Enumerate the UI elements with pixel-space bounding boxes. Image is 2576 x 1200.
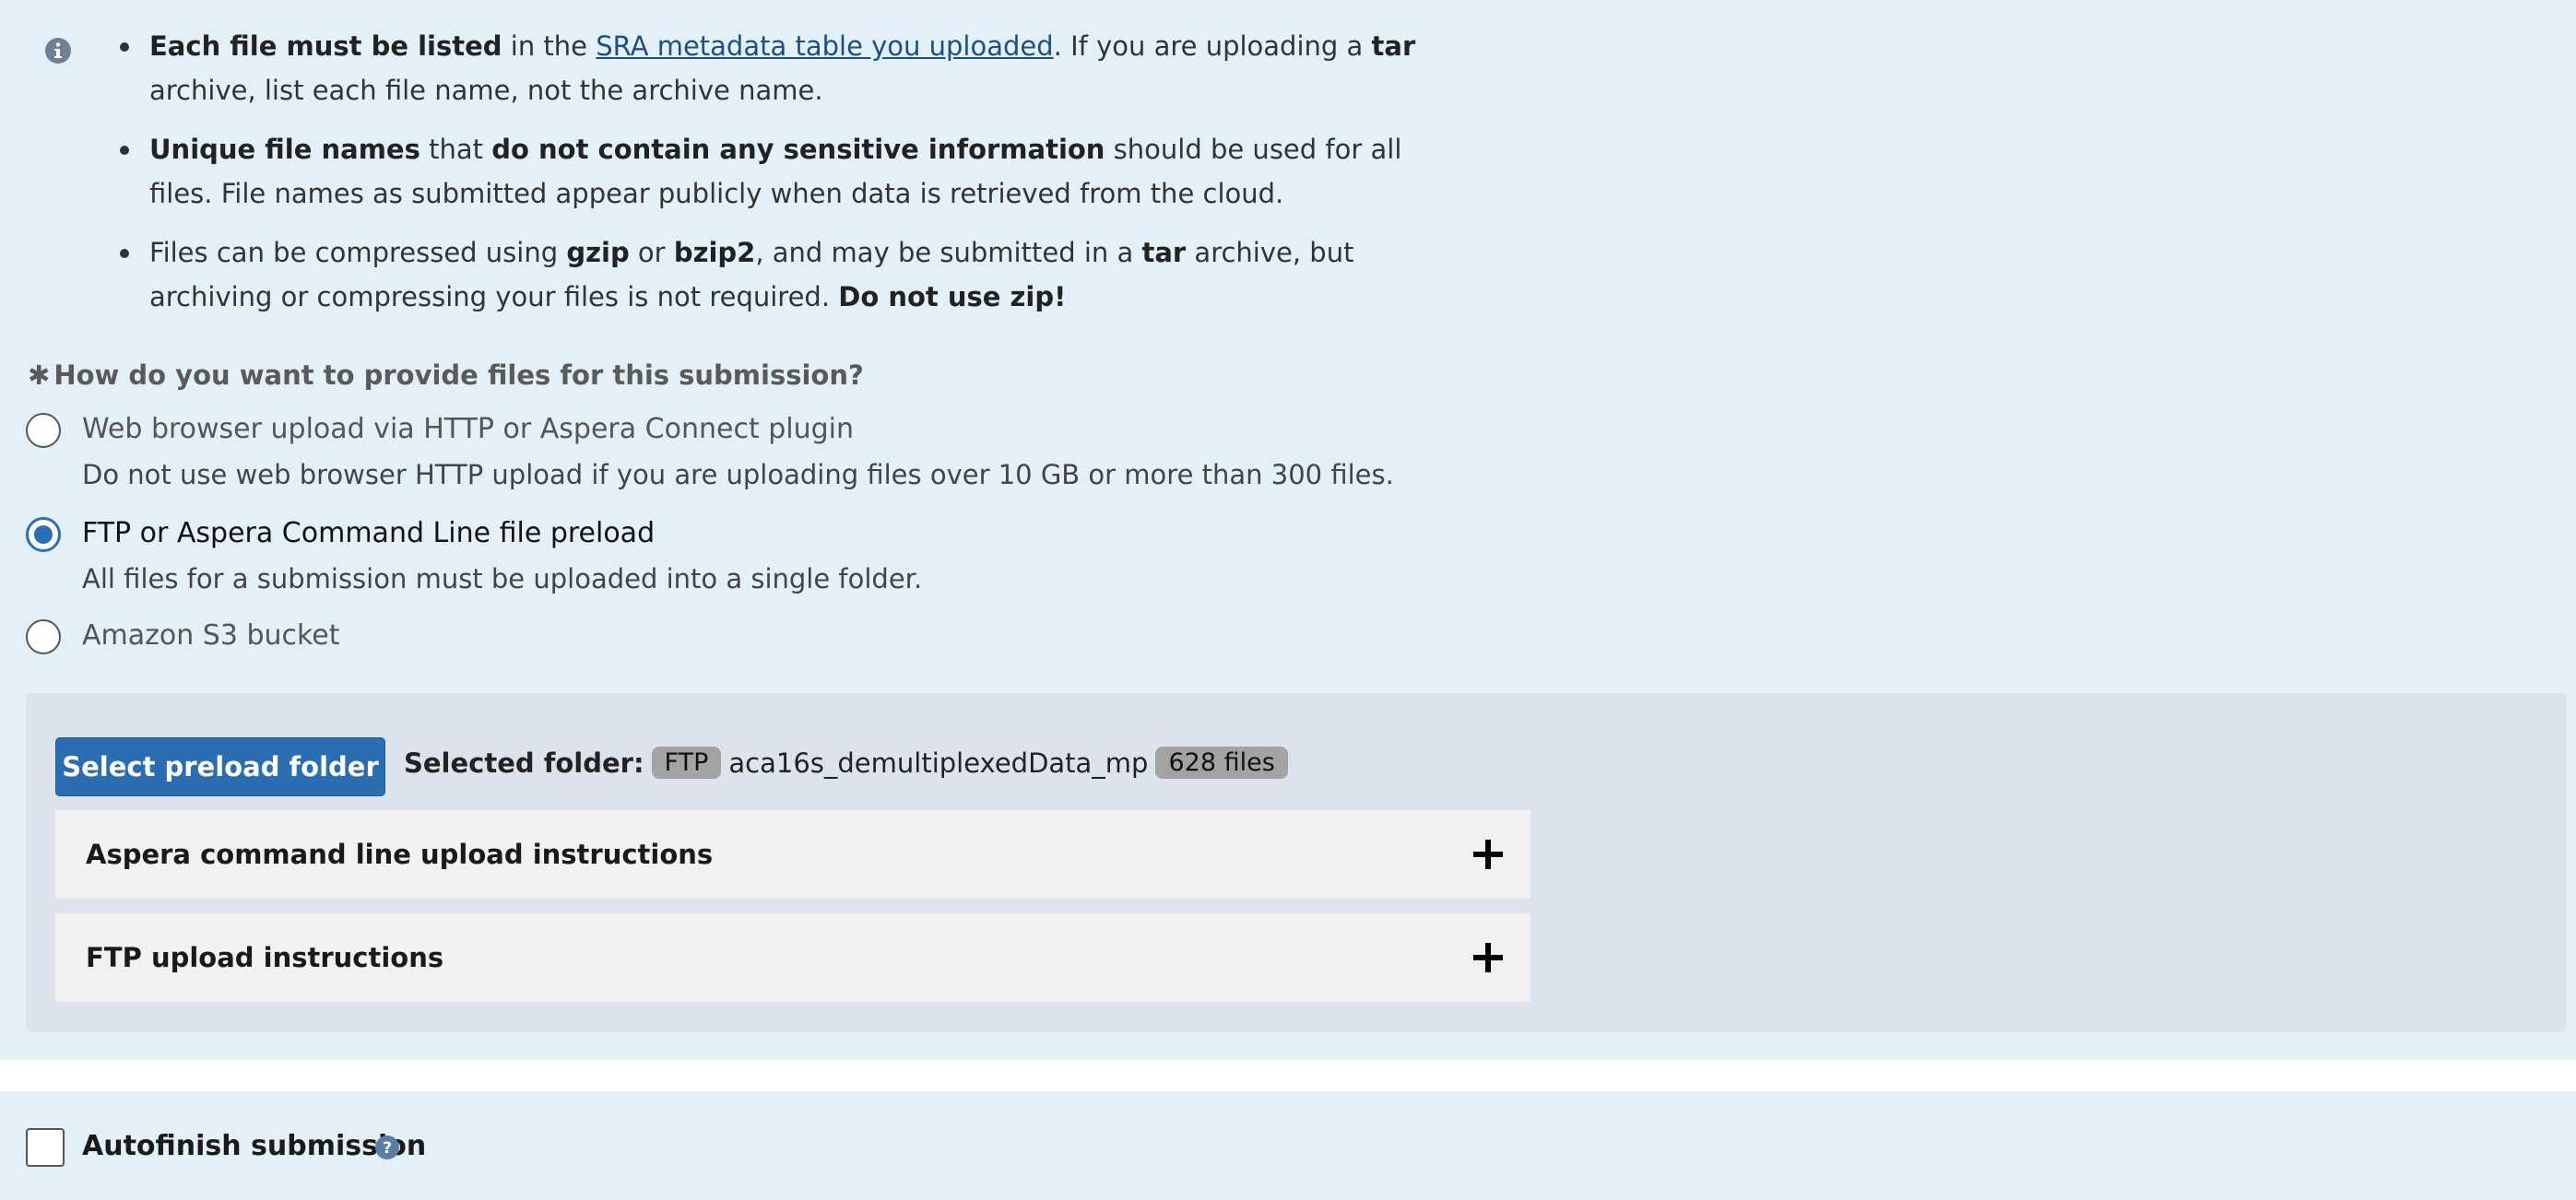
option-label-web-browser[interactable]: Web browser upload via HTTP or Aspera Co… <box>82 413 854 445</box>
emphasis-text: bzip2 <box>673 237 756 268</box>
guideline-text: Files can be compressed using <box>149 237 567 268</box>
folder-name: aca16s_demultiplexedData_mp <box>728 747 1149 779</box>
sra-metadata-table-link[interactable]: SRA metadata table you uploaded <box>596 30 1053 62</box>
file-count-badge: 628 files <box>1155 747 1288 779</box>
guideline-text: that <box>419 134 492 165</box>
radio-ftp-aspera-preload[interactable] <box>26 517 61 552</box>
guideline-text: . If you are uploading a <box>1053 30 1372 62</box>
emphasis-text: Each file must be listed <box>149 30 502 62</box>
emphasis-text: do not contain any sensitive information <box>491 134 1105 165</box>
accordion-title: FTP upload instructions <box>86 942 444 973</box>
ftp-instructions-accordion[interactable]: FTP upload instructions <box>55 913 1530 1002</box>
guideline-item: Each file must be listed in the SRA meta… <box>109 24 1446 112</box>
file-guidelines-list: Each file must be listed in the SRA meta… <box>109 24 1446 334</box>
guideline-item: Files can be compressed using gzip or bz… <box>109 230 1446 319</box>
option-hint-web-browser: Do not use web browser HTTP upload if yo… <box>82 459 1394 490</box>
option-label-ftp-aspera[interactable]: FTP or Aspera Command Line file preload <box>82 517 655 549</box>
svg-text:?: ? <box>383 1139 392 1158</box>
help-icon[interactable]: ? <box>374 1135 400 1160</box>
provide-files-question: ✱ How do you want to provide files for th… <box>28 359 864 391</box>
question-label: How do you want to provide files for thi… <box>53 359 864 391</box>
info-icon <box>45 38 71 64</box>
guideline-text: , and may be submitted in a <box>755 237 1142 268</box>
radio-web-browser-upload[interactable] <box>26 413 61 448</box>
guideline-text: in the <box>502 30 597 62</box>
required-star-icon: ✱ <box>28 359 51 391</box>
autofinish-checkbox[interactable] <box>26 1128 65 1167</box>
protocol-badge: FTP <box>651 747 722 779</box>
emphasis-text: tar <box>1141 237 1187 268</box>
guideline-text: or <box>629 237 674 268</box>
emphasis-text: Unique file names <box>149 134 420 165</box>
selected-folder-label: Selected folder: <box>404 747 644 779</box>
guideline-text: archive, list each file name, not the ar… <box>149 75 823 106</box>
option-hint-ftp-aspera: All files for a submission must be uploa… <box>82 563 923 594</box>
accordion-title: Aspera command line upload instructions <box>86 839 714 870</box>
aspera-instructions-accordion[interactable]: Aspera command line upload instructions <box>55 810 1530 899</box>
selected-folder-row: Selected folder: FTP aca16s_demultiplexe… <box>404 747 1288 779</box>
option-label-amazon-s3[interactable]: Amazon S3 bucket <box>82 619 340 652</box>
plus-icon[interactable] <box>1473 943 1503 972</box>
radio-amazon-s3[interactable] <box>26 619 61 654</box>
emphasis-text: gzip <box>566 237 630 268</box>
emphasis-text: Do not use zip! <box>838 281 1067 312</box>
select-preload-folder-button[interactable]: Select preload folder <box>55 737 385 796</box>
emphasis-text: tar <box>1371 30 1416 62</box>
guideline-item: Unique file names that do not contain an… <box>109 127 1446 216</box>
plus-icon[interactable] <box>1473 840 1503 869</box>
